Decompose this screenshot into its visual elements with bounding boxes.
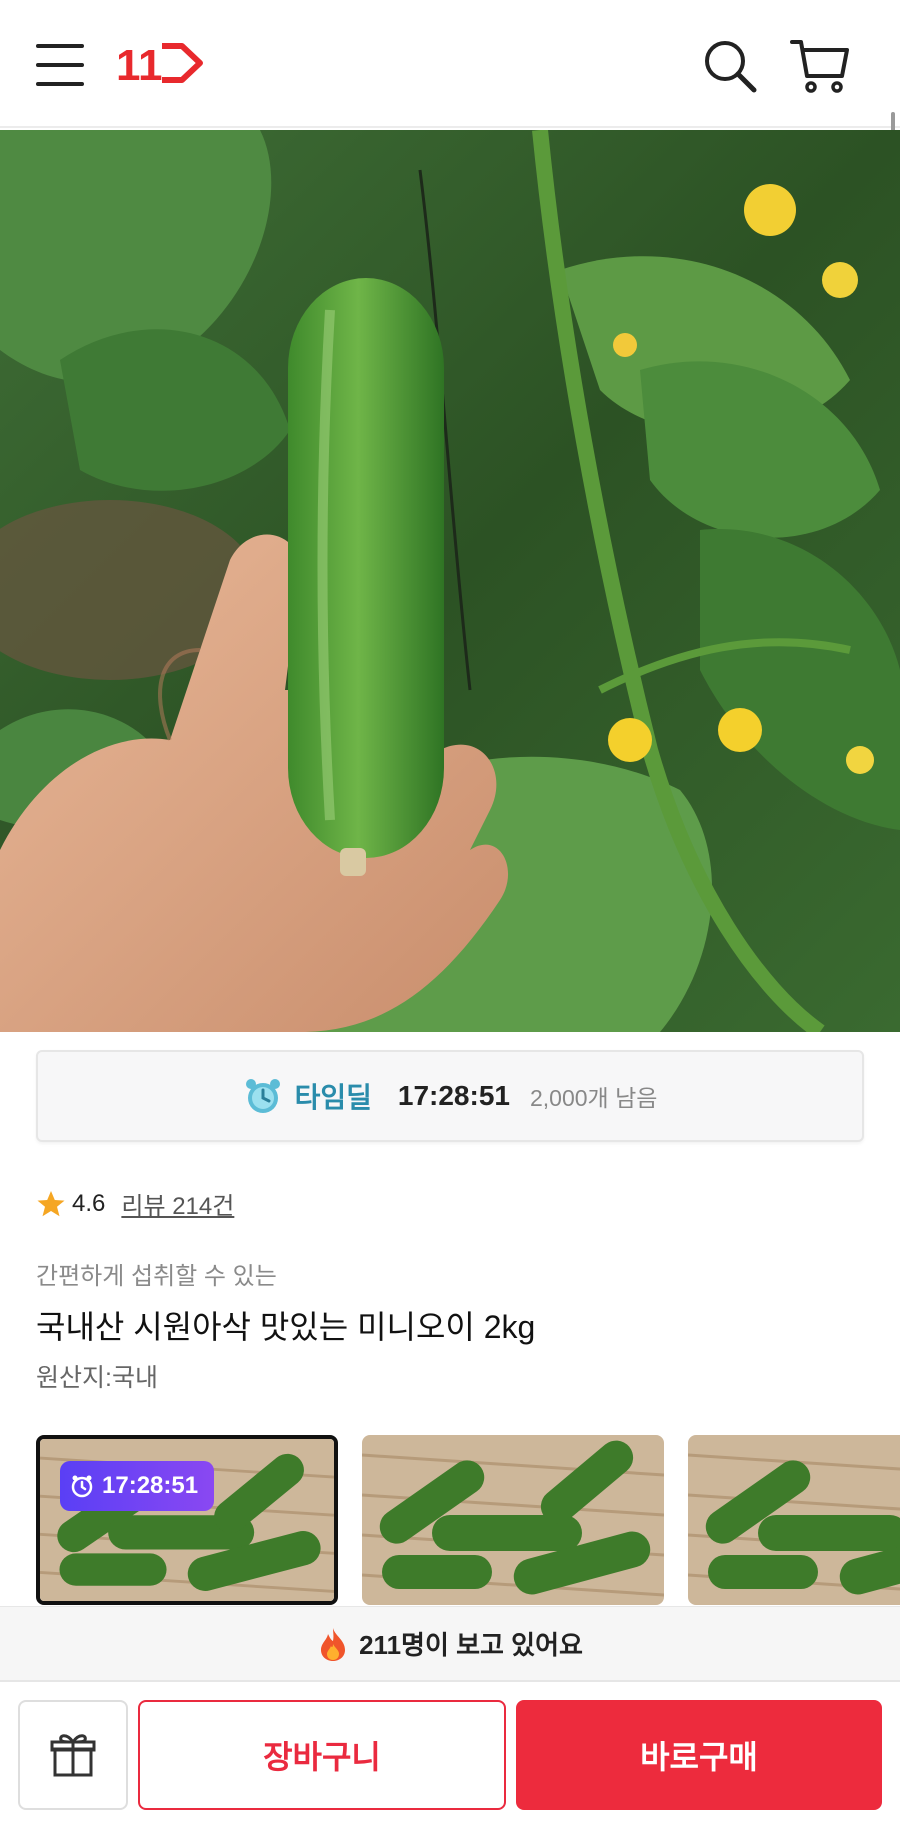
logo-text: 11 — [116, 41, 163, 88]
menu-line — [36, 82, 84, 86]
cart-icon[interactable] — [790, 36, 850, 96]
buy-now-button[interactable]: 바로구매 — [516, 1700, 882, 1810]
timedeal-label: 타임딜 — [294, 1082, 372, 1113]
product-image-carousel[interactable] — [0, 130, 900, 1032]
gift-button[interactable] — [18, 1700, 128, 1810]
option-thumbnail[interactable]: 17:28:51 — [36, 1435, 338, 1605]
menu-line — [36, 44, 84, 48]
menu-line — [36, 63, 84, 67]
timedeal-banner: 타임딜 17:28:51 2,000개 남음 — [36, 1050, 864, 1142]
fire-icon — [321, 1627, 346, 1661]
live-viewers-banner: 211명이 보고 있어요 — [0, 1606, 900, 1680]
alarm-clock-icon — [71, 1475, 93, 1498]
product-rating: 4.6 리뷰 214건 — [36, 1186, 234, 1221]
cucumber-box-photo — [688, 1435, 900, 1605]
gift-icon — [50, 1734, 96, 1777]
cucumber-photo — [0, 130, 900, 1032]
product-title: 국내산 시원아삭 맛있는 미니오이 2kg — [36, 1309, 536, 1345]
hamburger-menu-icon[interactable] — [36, 40, 86, 90]
11st-logo[interactable]: 11 — [116, 38, 206, 90]
option-thumbnail-list: 17:28:51 — [36, 1435, 900, 1605]
timedeal-remaining: 2,000개 남음 — [529, 1085, 658, 1111]
search-icon[interactable] — [700, 36, 760, 96]
timedeal-thumb-badge: 17:28:51 — [60, 1461, 215, 1511]
add-to-cart-button[interactable]: 장바구니 — [138, 1700, 506, 1810]
timedeal-countdown: 17:28:51 — [397, 1080, 510, 1111]
option-thumbnail[interactable] — [362, 1435, 664, 1605]
product-subtitle: 간편하게 섭취할 수 있는 — [36, 1263, 277, 1290]
star-icon — [37, 1190, 65, 1216]
review-count-link[interactable]: 리뷰 214건 — [121, 1186, 234, 1221]
product-origin: 원산지:국내 — [36, 1364, 158, 1392]
rating-score: 4.6 — [72, 1189, 106, 1217]
cucumber-box-photo — [362, 1435, 664, 1605]
bottom-action-bar: 장바구니 바로구매 — [0, 1680, 900, 1828]
thumb-badge-time: 17:28:51 — [102, 1472, 199, 1499]
option-thumbnail[interactable] — [688, 1435, 900, 1605]
alarm-clock-icon — [245, 1079, 280, 1113]
live-viewers-text: 211명이 보고 있어요 — [359, 1630, 583, 1660]
top-header: 11 — [0, 0, 900, 128]
